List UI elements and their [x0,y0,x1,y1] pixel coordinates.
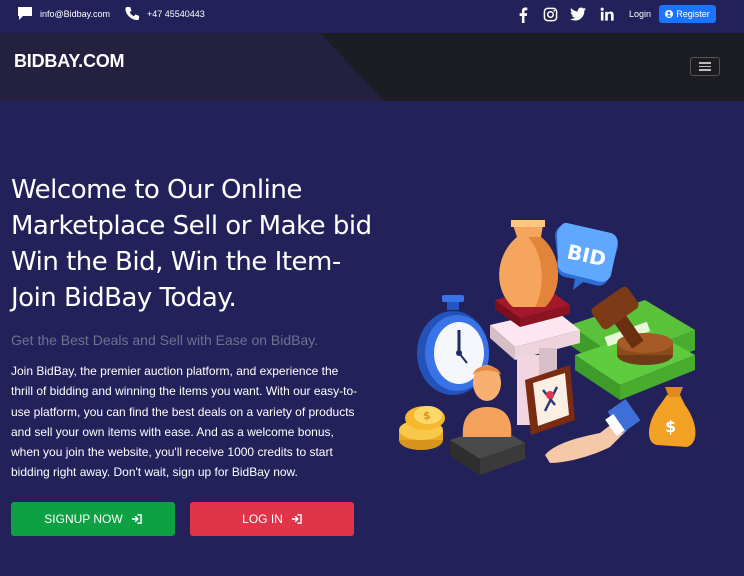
signup-button[interactable]: SIGNUP NOW [11,502,175,536]
register-label: Register [676,9,710,19]
sign-in-icon [291,514,302,524]
bid-speech-bubble: BID [555,222,618,290]
twitter-icon[interactable] [570,7,586,21]
user-icon [665,10,674,18]
money-bag-icon: $ [649,387,696,447]
coins-icon: $ [399,406,445,450]
hero-description: Join BidBay, the premier auction platfor… [11,364,358,480]
phone-icon [125,6,140,21]
menu-toggle-button[interactable] [690,57,720,76]
phone-contact[interactable]: +47 45540443 [124,6,205,21]
instagram-icon[interactable] [543,7,558,22]
signup-label: SIGNUP NOW [44,512,123,526]
facebook-icon[interactable] [518,7,528,23]
email-text: info@Bidbay.com [40,8,111,19]
hero-title: Welcome to Our Online Marketplace Sell o… [11,175,372,313]
sign-in-icon [131,514,142,524]
brand-logo[interactable]: BIDBAY.COM [14,51,125,72]
login-button[interactable]: LOG IN [190,502,354,536]
svg-text:$: $ [665,417,676,436]
login-label: LOG IN [242,512,283,526]
top-bar: info@Bidbay.com +47 45540443 Login Regis… [0,0,744,30]
email-contact[interactable]: info@Bidbay.com [17,6,110,21]
auction-illustration: BID $ $ [399,220,696,475]
phone-text: +47 45540443 [147,8,205,19]
chat-icon [18,7,32,20]
linkedin-icon[interactable] [600,7,614,21]
register-button[interactable]: Register [659,5,716,23]
navbar: BIDBAY.COM [0,33,744,101]
svg-text:$: $ [423,409,431,422]
login-link[interactable]: Login [629,9,651,19]
hero-subtitle: Get the Best Deals and Sell with Ease on… [11,332,319,348]
hamburger-icon [699,62,711,64]
